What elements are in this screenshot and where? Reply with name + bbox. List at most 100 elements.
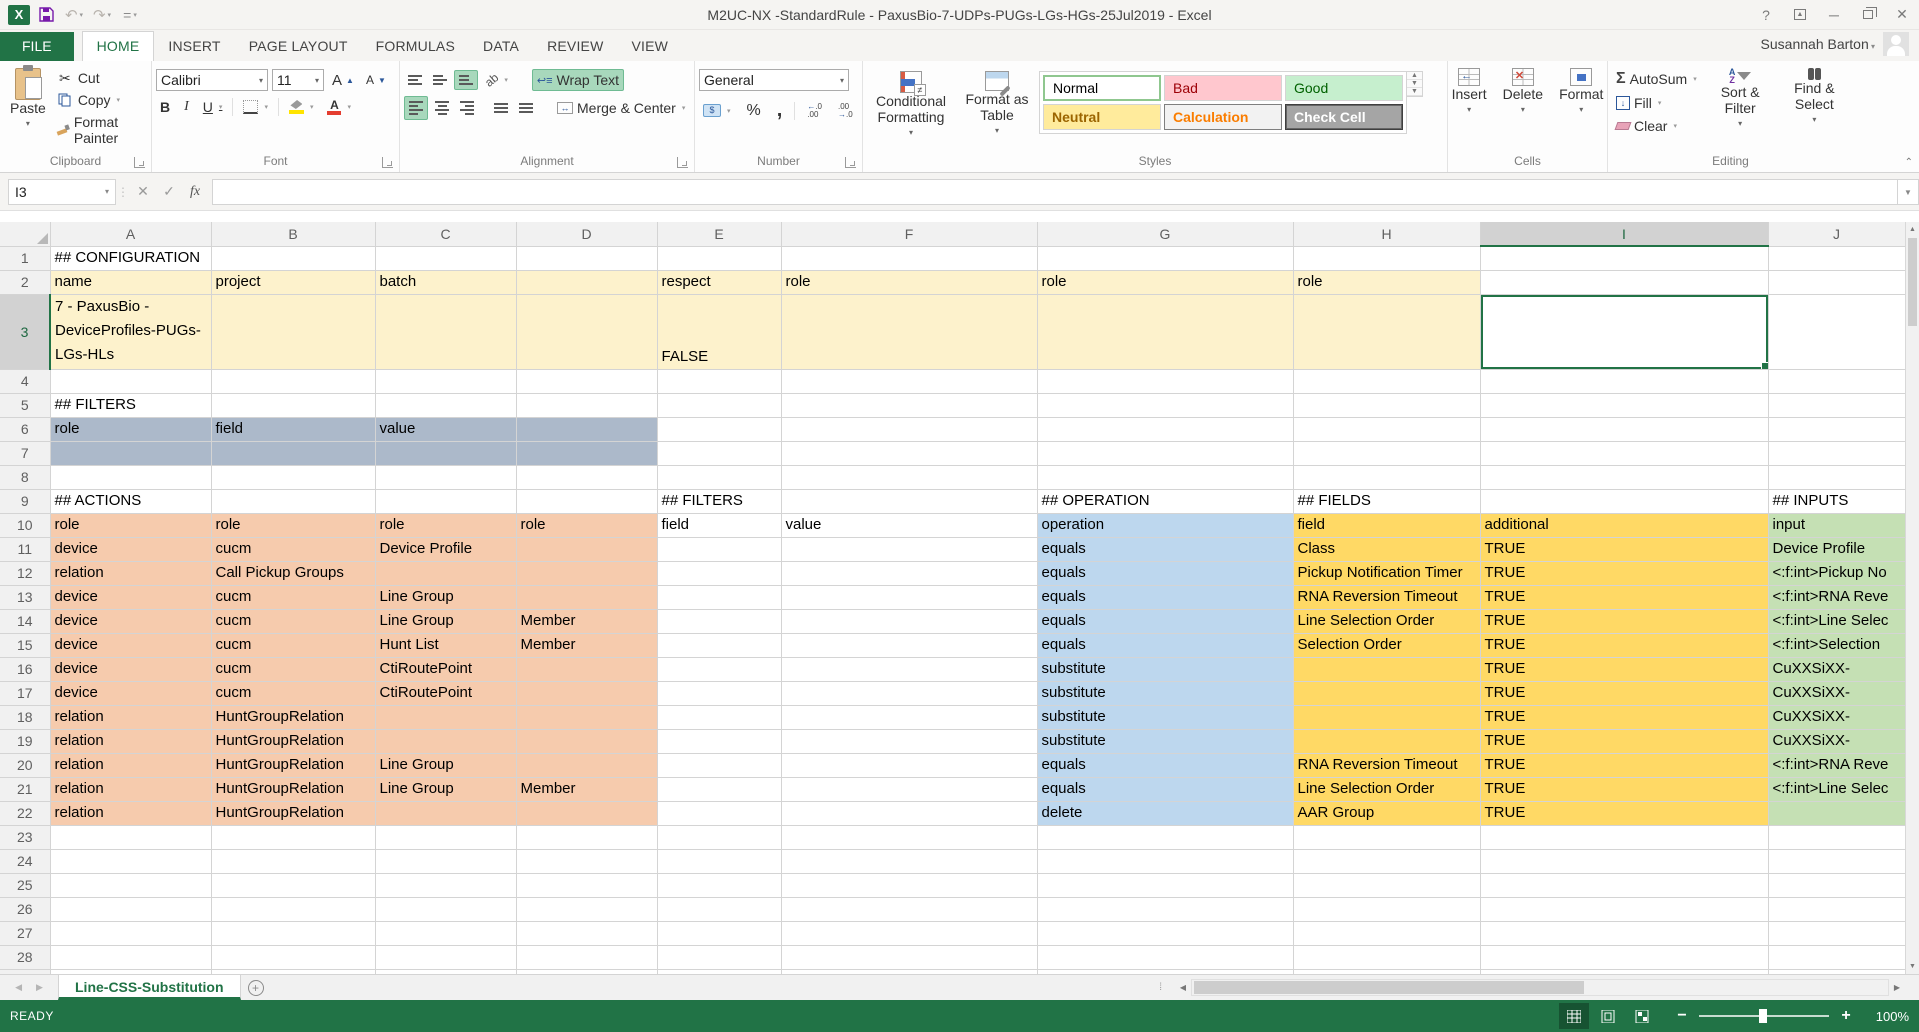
cell-I10[interactable]: additional [1480,513,1768,537]
cell-J8[interactable] [1768,465,1905,489]
wrap-text-button[interactable]: ↩≡Wrap Text [532,69,624,91]
cell-I4[interactable] [1480,369,1768,393]
cell-E23[interactable] [657,825,781,849]
cell-J27[interactable] [1768,921,1905,945]
cut-button[interactable]: ✂Cut [52,68,147,88]
cell-C5[interactable] [375,393,516,417]
cell-E15[interactable] [657,633,781,657]
decrease-font-size-button[interactable]: A▼ [362,71,390,89]
cell-I6[interactable] [1480,417,1768,441]
row-header-7[interactable]: 7 [0,441,50,465]
column-header-F[interactable]: F [781,222,1037,246]
cell-G16[interactable]: substitute [1037,657,1293,681]
column-header-G[interactable]: G [1037,222,1293,246]
cell-G3[interactable] [1037,294,1293,369]
row-header-16[interactable]: 16 [0,657,50,681]
column-header-H[interactable]: H [1293,222,1480,246]
cell-F22[interactable] [781,801,1037,825]
accounting-format-button[interactable]: $ [699,102,735,119]
cell-A21[interactable]: relation [50,777,211,801]
cell-E7[interactable] [657,441,781,465]
cell-D14[interactable]: Member [516,609,657,633]
cell-E17[interactable] [657,681,781,705]
cell-G8[interactable] [1037,465,1293,489]
horizontal-scroll-thumb[interactable] [1194,981,1584,994]
alignment-dialog-launcher-icon[interactable] [677,157,688,168]
ribbon-tab-view[interactable]: VIEW [618,32,683,61]
ribbon-tab-insert[interactable]: INSERT [154,32,234,61]
conditional-formatting-button[interactable]: ≠ Conditional Formatting▾ [867,67,955,152]
cell-H7[interactable] [1293,441,1480,465]
cell-G12[interactable]: equals [1037,561,1293,585]
copy-button[interactable]: Copy [52,90,147,110]
next-sheet-icon[interactable]: ▶ [36,982,43,993]
horizontal-scrollbar[interactable]: ◀ ▶ [1175,979,1905,996]
cell-C22[interactable] [375,801,516,825]
customize-quick-access-icon[interactable]: = [118,4,142,26]
cell-F14[interactable] [781,609,1037,633]
cell-A10[interactable]: role [50,513,211,537]
cell-I15[interactable]: TRUE [1480,633,1768,657]
cell-I17[interactable]: TRUE [1480,681,1768,705]
cell-B20[interactable]: HuntGroupRelation [211,753,375,777]
vertical-scroll-thumb[interactable] [1908,238,1917,326]
cell-I7[interactable] [1480,441,1768,465]
page-layout-view-button[interactable] [1593,1003,1623,1029]
cell-G15[interactable]: equals [1037,633,1293,657]
cell-J22[interactable] [1768,801,1905,825]
cell-B4[interactable] [211,369,375,393]
cell-style-bad[interactable]: Bad [1164,75,1282,101]
comma-style-button[interactable]: , [773,97,787,124]
clipboard-dialog-launcher-icon[interactable] [134,157,145,168]
row-header-8[interactable]: 8 [0,465,50,489]
cell-C16[interactable]: CtiRoutePoint [375,657,516,681]
column-header-J[interactable]: J [1768,222,1905,246]
cell-D6[interactable] [516,417,657,441]
cell-D2[interactable] [516,270,657,294]
bottom-align-button[interactable] [454,70,478,90]
gallery-more-icon[interactable]: ▼ [1407,88,1422,96]
cell-C20[interactable]: Line Group [375,753,516,777]
cell-F2[interactable]: role [781,270,1037,294]
cell-B6[interactable]: field [211,417,375,441]
cell-H14[interactable]: Line Selection Order [1293,609,1480,633]
cell-B28[interactable] [211,945,375,969]
cell-A22[interactable]: relation [50,801,211,825]
row-header-28[interactable]: 28 [0,945,50,969]
page-break-view-button[interactable] [1627,1003,1657,1029]
cell-I11[interactable]: TRUE [1480,537,1768,561]
cell-J2[interactable] [1768,270,1905,294]
cell-J19[interactable]: CuXXSiXX- [1768,729,1905,753]
cell-F17[interactable] [781,681,1037,705]
cell-C21[interactable]: Line Group [375,777,516,801]
cell-D1[interactable] [516,246,657,270]
cell-B10[interactable]: role [211,513,375,537]
cell-J7[interactable] [1768,441,1905,465]
cell-C6[interactable]: value [375,417,516,441]
clear-button[interactable]: Clear [1612,116,1701,136]
font-color-button[interactable]: A [323,98,355,117]
cell-A12[interactable]: relation [50,561,211,585]
cell-D7[interactable] [516,441,657,465]
gallery-up-icon[interactable]: ▲ [1407,72,1422,80]
cell-style-check-cell[interactable]: Check Cell [1285,104,1403,130]
cell-H15[interactable]: Selection Order [1293,633,1480,657]
cell-H8[interactable] [1293,465,1480,489]
cell-H16[interactable] [1293,657,1480,681]
ribbon-tab-data[interactable]: DATA [469,32,533,61]
underline-button[interactable]: U [199,97,227,117]
cell-J21[interactable]: <:f:int>Line Selec [1768,777,1905,801]
cell-D8[interactable] [516,465,657,489]
cell-D28[interactable] [516,945,657,969]
cell-B5[interactable] [211,393,375,417]
cell-E16[interactable] [657,657,781,681]
cell-C10[interactable]: role [375,513,516,537]
cell-E8[interactable] [657,465,781,489]
ribbon-display-options-button[interactable]: ▲ [1783,0,1817,29]
cell-J9[interactable]: ## INPUTS [1768,489,1905,513]
cell-F13[interactable] [781,585,1037,609]
cell-A8[interactable] [50,465,211,489]
cell-B21[interactable]: HuntGroupRelation [211,777,375,801]
confirm-entry-icon[interactable]: ✓ [156,183,182,200]
cell-H10[interactable]: field [1293,513,1480,537]
